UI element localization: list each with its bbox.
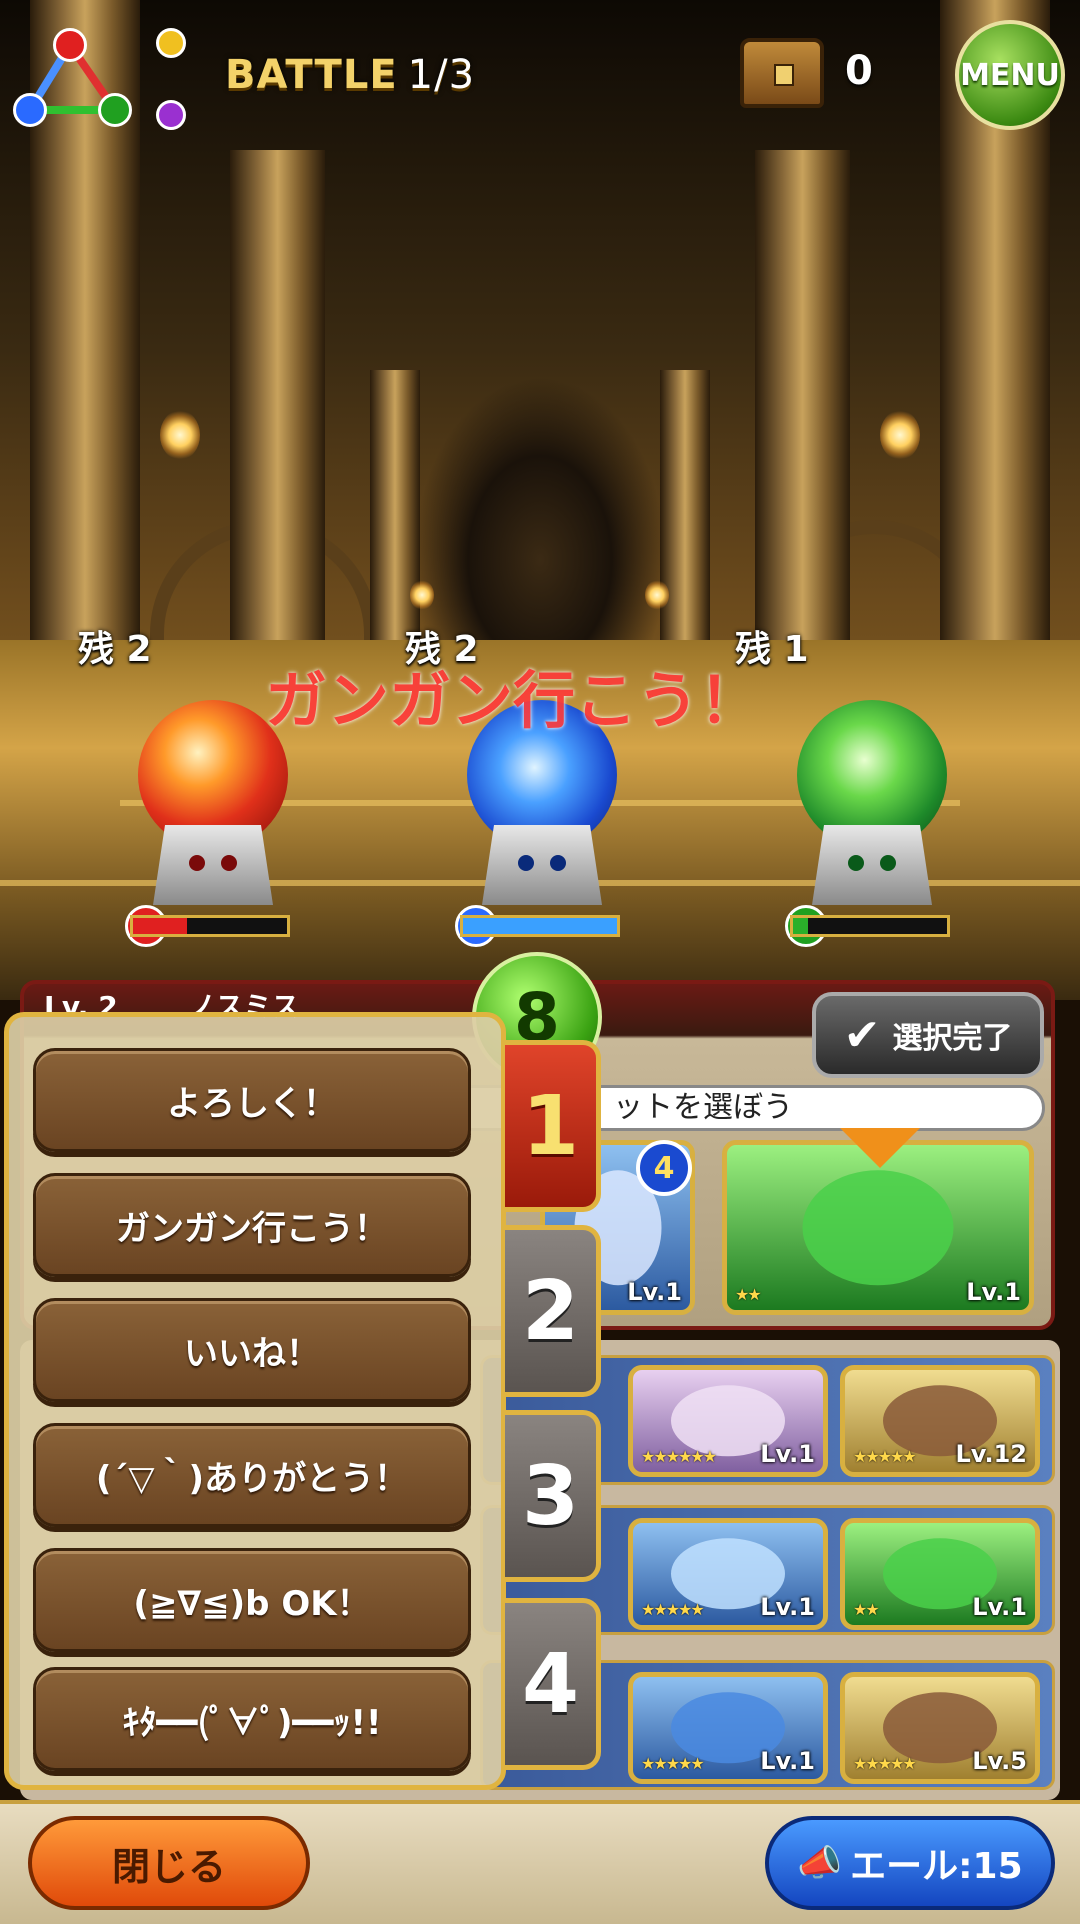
pillar: [660, 370, 710, 670]
fire-orb-icon: [53, 28, 87, 62]
element-triangle-icon[interactable]: [10, 20, 186, 140]
treasure-count: 0: [845, 48, 873, 94]
chat-message-button[interactable]: いいね！: [33, 1298, 471, 1402]
chat-message-button[interactable]: ｷﾀ━━(ﾟ∀ﾟ)━━ｯ!!: [33, 1667, 471, 1771]
unit-card-level: Lv.1: [760, 1593, 815, 1621]
enemy-hp-fill: [463, 918, 617, 934]
unit-card-level: Lv.12: [955, 1440, 1028, 1468]
wind-orb-icon: [98, 93, 132, 127]
enemy-hp-fill: [793, 918, 809, 934]
crystal-pedestal: [482, 825, 602, 905]
selection-arrow-icon: [840, 1128, 920, 1168]
unit-card[interactable]: ★★★★★ Lv.5: [840, 1672, 1040, 1784]
unit-card[interactable]: ★★★★★ Lv.12: [840, 1365, 1040, 1477]
unit-card[interactable]: ★★★★★ Lv.1: [628, 1672, 828, 1784]
close-button[interactable]: 閉じる: [28, 1816, 310, 1910]
unit-card-level: Lv.1: [760, 1747, 815, 1775]
dragon-portrait: [802, 1169, 954, 1286]
chat-page-tab-1[interactable]: 1: [505, 1040, 601, 1212]
enemy-hp-bar: [790, 915, 950, 937]
chat-message-button[interactable]: よろしく！: [33, 1048, 471, 1152]
water-orb-icon: [13, 93, 47, 127]
torch-flame: [160, 410, 200, 460]
unit-card-stars: ★★★★★: [853, 1447, 917, 1466]
unit-card[interactable]: ★★★★★ Lv.1: [628, 1518, 828, 1630]
crystal-pedestal: [153, 825, 273, 905]
unit-card-stars: ★★: [735, 1285, 762, 1304]
cheer-label: エール:15: [850, 1846, 1023, 1887]
chat-message-button[interactable]: ガンガン行こう！: [33, 1173, 471, 1277]
torch-flame: [880, 410, 920, 460]
check-icon: ✔: [843, 1009, 881, 1061]
unit-card-stars: ★★★★★: [641, 1754, 705, 1773]
megaphone-icon: 📣: [797, 1843, 843, 1884]
treasure-chest-icon: [740, 38, 824, 108]
battle-progress: BATTLE 1/3: [225, 52, 475, 98]
enemy-remain-label: 残 2: [78, 629, 152, 670]
battle-count: 1/3: [407, 52, 476, 98]
chat-message-button[interactable]: (≧∇≦)b OK！: [33, 1548, 471, 1652]
enemy-hp-fill: [133, 918, 187, 934]
chat-page-tab-3[interactable]: 3: [505, 1410, 601, 1582]
chat-page-tab-2[interactable]: 2: [505, 1225, 601, 1397]
unit-card-level: Lv.1: [966, 1278, 1021, 1306]
unit-card-stars: ★★★★★: [853, 1754, 917, 1773]
select-done-button[interactable]: ✔ 選択完了: [812, 992, 1044, 1078]
unit-card-stars: ★★★★★: [641, 1600, 705, 1619]
dark-orb-icon: [156, 100, 186, 130]
chat-page-tab-4[interactable]: 4: [505, 1598, 601, 1770]
hint-text: ットを選ぼう: [613, 1090, 793, 1125]
unit-card-level: Lv.5: [972, 1747, 1027, 1775]
torch-flame: [410, 580, 434, 610]
select-done-label: 選択完了: [892, 1021, 1013, 1056]
battle-label: BATTLE: [225, 52, 398, 98]
floating-chat-message: ガンガン行こう！: [265, 664, 762, 737]
menu-button[interactable]: MENU: [955, 20, 1065, 130]
torch-flame: [645, 580, 669, 610]
unit-card-level: Lv.1: [627, 1278, 682, 1306]
chat-message-button[interactable]: (´▽｀)ありがとう！: [33, 1423, 471, 1527]
unit-card[interactable]: ★★ Lv.1: [840, 1518, 1040, 1630]
unit-card-level: Lv.1: [972, 1593, 1027, 1621]
unit-badge: 4: [636, 1140, 692, 1196]
unit-card-stars: ★★★★★★: [641, 1447, 717, 1466]
enemy-hp-bar: [130, 915, 290, 937]
light-orb-icon: [156, 28, 186, 58]
cheer-button[interactable]: 📣 エール:15: [765, 1816, 1055, 1910]
unit-card-level: Lv.1: [760, 1440, 815, 1468]
enemy-hp-bar: [460, 915, 620, 937]
crystal-pedestal: [812, 825, 932, 905]
unit-card-stars: ★★: [853, 1600, 880, 1619]
unit-card[interactable]: ★★★★★★ Lv.1: [628, 1365, 828, 1477]
